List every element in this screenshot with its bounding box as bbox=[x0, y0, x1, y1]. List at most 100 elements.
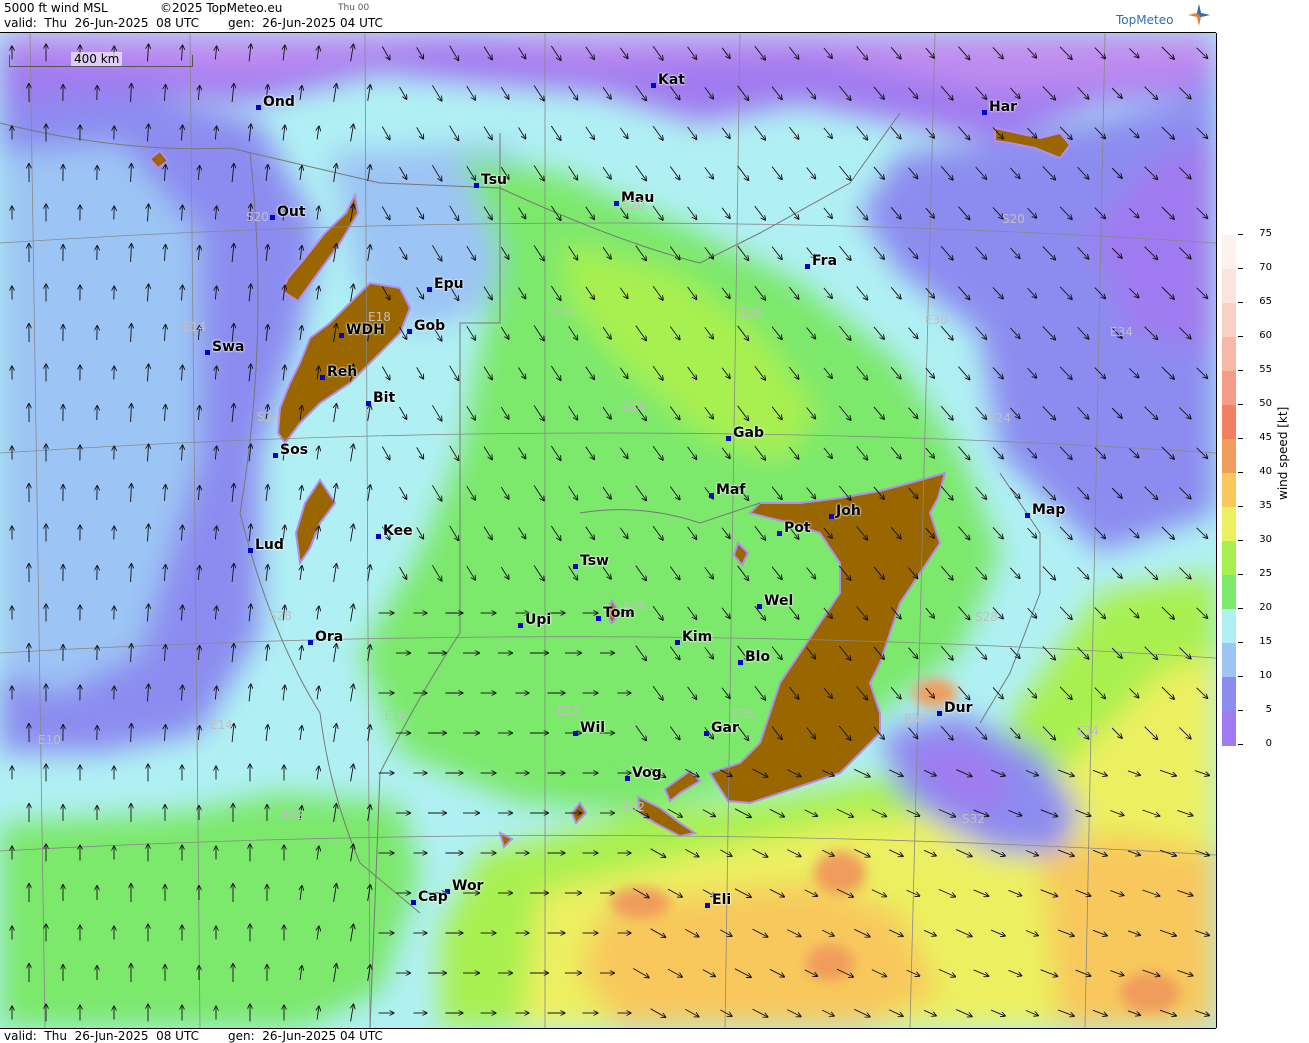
city-label-sos: Sos bbox=[280, 442, 308, 458]
graticule-label: E26 bbox=[731, 707, 754, 721]
city-marker bbox=[573, 564, 578, 569]
colorbar bbox=[1222, 235, 1236, 745]
city-label-wdh: WDH bbox=[346, 322, 385, 338]
scale-bar: 400 km bbox=[9, 55, 192, 67]
city-name: Tsw bbox=[580, 553, 609, 569]
city-marker bbox=[474, 183, 479, 188]
city-marker bbox=[573, 731, 578, 736]
footer-generated-time: gen: 26-Jun-2025 04 UTC bbox=[228, 1029, 383, 1043]
city-label-ora: Ora bbox=[315, 629, 343, 645]
colorbar-tick-label: 5 bbox=[1218, 704, 1272, 715]
colorbar-tick-label: 55 bbox=[1218, 364, 1272, 375]
graticule-label: S28 bbox=[975, 610, 998, 624]
graticule-label: S32 bbox=[962, 812, 985, 826]
graticule-label: S20 bbox=[246, 210, 269, 224]
graticule-label: E30 bbox=[925, 313, 948, 327]
city-marker bbox=[651, 83, 656, 88]
city-name: WDH bbox=[346, 322, 385, 338]
graticule-label: E34 bbox=[1110, 325, 1133, 339]
graticule-label: S28 bbox=[269, 609, 292, 623]
city-name: Fra bbox=[812, 253, 837, 269]
city-label-upi: Upi bbox=[525, 612, 551, 628]
graticule-label: E18 bbox=[368, 310, 391, 324]
city-name: Gob bbox=[414, 318, 445, 334]
graticule-label: E18 bbox=[384, 709, 407, 723]
city-marker bbox=[829, 514, 834, 519]
city-name: Joh bbox=[836, 503, 861, 519]
city-name: Blo bbox=[745, 649, 770, 665]
graticule-label: S32 bbox=[622, 800, 645, 814]
city-name: Swa bbox=[212, 339, 244, 355]
map-footer: valid: Thu 26-Jun-2025 08 UTC gen: 26-Ju… bbox=[0, 1028, 1216, 1043]
topmeteo-logo: TopMeteo bbox=[1112, 4, 1212, 30]
graticule-label: S20 bbox=[622, 198, 645, 212]
colorbar-tick-label: 30 bbox=[1218, 534, 1272, 545]
scale-label: 400 km bbox=[71, 52, 122, 66]
graticule-label: E34 bbox=[1076, 724, 1099, 738]
compass-star-icon bbox=[1188, 4, 1210, 26]
colorbar-tick-label: 25 bbox=[1218, 568, 1272, 579]
city-marker bbox=[625, 776, 630, 781]
city-label-kim: Kim bbox=[682, 629, 712, 645]
city-marker bbox=[427, 287, 432, 292]
city-name: Har bbox=[989, 99, 1017, 115]
city-name: Epu bbox=[434, 276, 464, 292]
city-marker bbox=[777, 531, 782, 536]
city-label-joh: Joh bbox=[836, 503, 861, 519]
colorbar-tick-label: 75 bbox=[1218, 228, 1272, 239]
city-name: Ond bbox=[263, 94, 295, 110]
city-marker bbox=[308, 640, 313, 645]
city-label-har: Har bbox=[989, 99, 1017, 115]
graticule-label: E14 bbox=[210, 718, 233, 732]
graticule-label: E30 bbox=[904, 712, 927, 726]
city-name: Eli bbox=[712, 892, 731, 908]
city-label-swa: Swa bbox=[212, 339, 244, 355]
city-marker bbox=[757, 604, 762, 609]
city-name: Ora bbox=[315, 629, 343, 645]
city-label-lud: Lud bbox=[255, 537, 284, 553]
city-name: Wor bbox=[452, 878, 483, 894]
city-label-gar: Gar bbox=[711, 720, 739, 736]
city-label-out: Out bbox=[277, 204, 306, 220]
generated-time: gen: 26-Jun-2025 04 UTC bbox=[228, 16, 383, 30]
colorbar-title: wind speed [kt] bbox=[1276, 407, 1290, 500]
graticule-label: E22 bbox=[553, 305, 576, 319]
footer-valid-time: valid: Thu 26-Jun-2025 08 UTC bbox=[4, 1029, 199, 1043]
graticule-label: E22 bbox=[557, 704, 580, 718]
city-label-dur: Dur bbox=[944, 700, 973, 716]
city-marker bbox=[726, 436, 731, 441]
city-label-gob: Gob bbox=[414, 318, 445, 334]
city-marker bbox=[270, 215, 275, 220]
city-label-bit: Bit bbox=[373, 390, 395, 406]
colorbar-tick-label: 60 bbox=[1218, 330, 1272, 341]
colorbar-tick-label: 65 bbox=[1218, 296, 1272, 307]
city-name: Kat bbox=[658, 72, 685, 88]
city-marker bbox=[705, 903, 710, 908]
city-marker bbox=[738, 660, 743, 665]
wind-map[interactable]: 400 km OndKatHarTsuMauOutFraEpuWDHGobSwa… bbox=[0, 33, 1217, 1028]
city-name: Gab bbox=[733, 425, 764, 441]
city-name: Kee bbox=[383, 523, 413, 539]
graticule-label: E26 bbox=[740, 306, 763, 320]
city-name: Lud bbox=[255, 537, 284, 553]
city-label-wil: Wil bbox=[580, 720, 605, 736]
city-label-kat: Kat bbox=[658, 72, 685, 88]
city-marker bbox=[937, 711, 942, 716]
city-label-reh: Reh bbox=[327, 364, 357, 380]
city-name: Sos bbox=[280, 442, 308, 458]
city-marker bbox=[675, 640, 680, 645]
city-label-tsu: Tsu bbox=[481, 172, 507, 188]
graticule-label: S24 bbox=[257, 410, 280, 424]
city-name: Gar bbox=[711, 720, 739, 736]
map-header: 5000 ft wind MSL ©2025 TopMeteo.eu Thu 0… bbox=[0, 0, 1216, 33]
colorbar-tick-label: 15 bbox=[1218, 636, 1272, 647]
colorbar-tick-label: 0 bbox=[1218, 738, 1272, 749]
city-name: Maf bbox=[716, 482, 745, 498]
colorbar-tick-label: 40 bbox=[1218, 466, 1272, 477]
city-label-tsw: Tsw bbox=[580, 553, 609, 569]
city-marker bbox=[982, 110, 987, 115]
city-label-cap: Cap bbox=[418, 889, 448, 905]
city-label-vog: Vog bbox=[632, 765, 662, 781]
city-marker bbox=[704, 731, 709, 736]
city-marker bbox=[376, 534, 381, 539]
